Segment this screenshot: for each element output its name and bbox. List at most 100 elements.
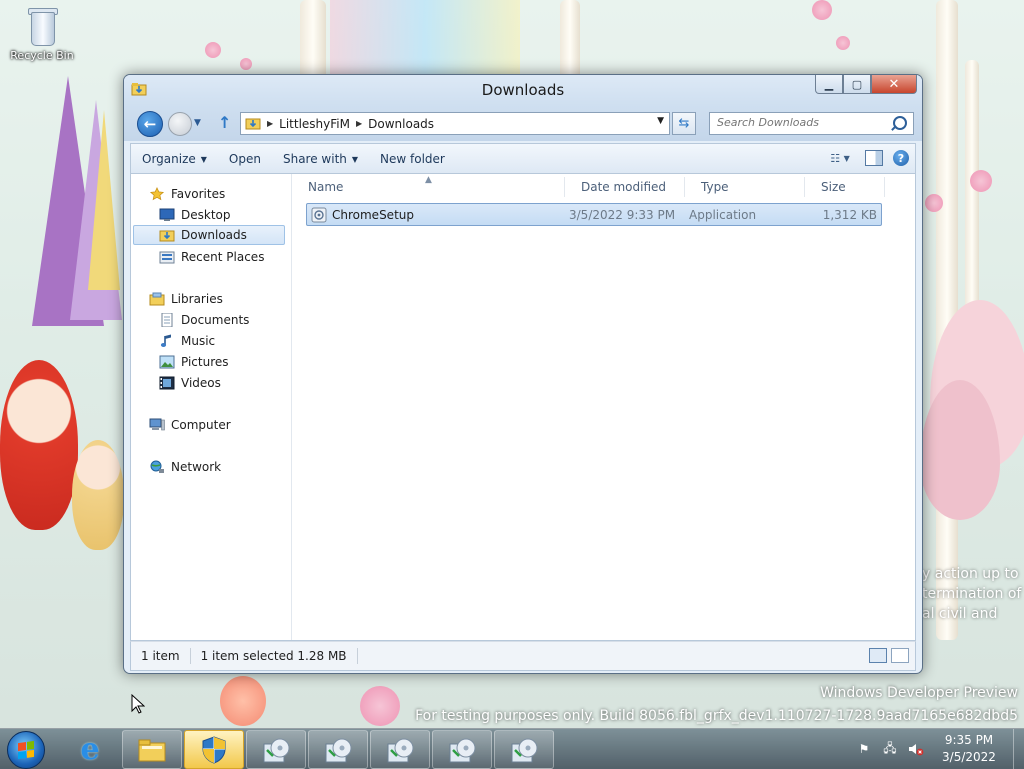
recent-pages-dropdown[interactable]: ▼ xyxy=(194,118,201,128)
column-size-label: Size xyxy=(821,180,846,194)
volume-muted-icon[interactable] xyxy=(908,741,924,757)
back-button[interactable]: ← xyxy=(137,111,163,137)
legal-line: y action up to xyxy=(922,566,1019,582)
mouse-cursor-icon xyxy=(131,694,145,714)
taskbar-security-button[interactable] xyxy=(184,730,244,769)
nav-downloads[interactable]: Downloads xyxy=(133,225,285,245)
taskbar-installer-button-2[interactable] xyxy=(308,730,368,769)
refresh-icon: ⇆ xyxy=(678,116,690,131)
arrow-left-icon: ← xyxy=(143,115,157,133)
details-view-icon: ☷ xyxy=(830,151,841,165)
column-header-date-modified[interactable]: Date modified xyxy=(565,177,685,197)
organize-button[interactable]: Organize ▼ xyxy=(131,144,218,174)
minimize-icon: ▁ xyxy=(824,77,834,91)
organize-label: Organize xyxy=(142,152,196,166)
nav-computer-label: Computer xyxy=(171,418,231,432)
share-with-label: Share with xyxy=(282,152,347,166)
refresh-button[interactable]: ⇆ xyxy=(672,112,696,135)
chevron-right-icon[interactable]: ▶ xyxy=(267,119,273,128)
shield-icon xyxy=(202,735,226,764)
column-header-type[interactable]: Type xyxy=(685,177,805,197)
file-list: Name ▲ Date modified Type Size ChromeSetu… xyxy=(292,174,915,640)
network-status-icon[interactable]: 🖧 xyxy=(882,741,898,757)
search-icon[interactable] xyxy=(893,116,907,130)
taskbar-clock[interactable]: 9:35 PM 3/5/2022 xyxy=(929,732,1009,766)
breadcrumb-downloads[interactable]: Downloads xyxy=(368,117,434,131)
installer-icon xyxy=(263,738,290,762)
title-bar[interactable]: Downloads ▁ ▢ ✕ xyxy=(124,75,922,105)
close-button[interactable]: ✕ xyxy=(871,75,917,94)
up-button[interactable]: ↑ xyxy=(218,113,231,132)
new-folder-label: New folder xyxy=(380,152,445,166)
taskbar-installer-button-1[interactable] xyxy=(246,730,306,769)
taskbar: e ⚑ 🖧 9:35 PM 3/5/2022 xyxy=(0,728,1024,769)
help-button[interactable]: ? xyxy=(893,150,909,166)
search-input[interactable] xyxy=(710,113,892,132)
large-icons-view-toggle[interactable] xyxy=(891,648,909,663)
taskbar-installer-button-3[interactable] xyxy=(370,730,430,769)
new-folder-button[interactable]: New folder xyxy=(369,144,456,174)
change-view-button[interactable]: ☷ ▼ xyxy=(825,148,855,168)
column-type-label: Type xyxy=(701,180,729,194)
nav-videos[interactable]: Videos xyxy=(159,373,221,393)
column-header-size[interactable]: Size xyxy=(805,177,885,197)
chevron-down-icon: ▼ xyxy=(351,154,359,164)
address-dropdown-icon[interactable]: ▼ xyxy=(657,116,664,126)
preview-pane-button[interactable] xyxy=(865,150,883,166)
taskbar-installer-button-5[interactable] xyxy=(494,730,554,769)
column-date-label: Date modified xyxy=(581,180,667,194)
nav-computer[interactable]: Computer xyxy=(149,415,231,435)
nav-desktop[interactable]: Desktop xyxy=(159,205,231,225)
downloads-folder-icon xyxy=(159,230,175,242)
libraries-icon xyxy=(149,292,165,306)
nav-recent-places-label: Recent Places xyxy=(181,250,265,264)
installer-icon xyxy=(511,738,538,762)
nav-favorites[interactable]: Favorites xyxy=(149,184,225,204)
nav-pictures[interactable]: Pictures xyxy=(159,352,229,372)
content-area: Favorites Desktop Downloads Recent Place… xyxy=(130,173,916,641)
show-desktop-button[interactable] xyxy=(1013,729,1024,769)
installer-icon xyxy=(325,738,352,762)
taskbar-installer-button-4[interactable] xyxy=(432,730,492,769)
nav-libraries-label: Libraries xyxy=(171,292,223,306)
maximize-button[interactable]: ▢ xyxy=(843,75,871,94)
nav-desktop-label: Desktop xyxy=(181,208,231,222)
legal-line: al civil and xyxy=(922,606,998,622)
breadcrumb-user[interactable]: LittleshyFiM xyxy=(279,117,350,131)
details-view-toggle[interactable] xyxy=(869,648,887,663)
nav-music[interactable]: Music xyxy=(159,331,215,351)
open-label: Open xyxy=(228,152,261,166)
sort-ascending-icon: ▲ xyxy=(425,175,432,185)
search-box[interactable] xyxy=(709,112,914,135)
file-row-chromesetup[interactable]: ChromeSetup 3/5/2022 9:33 PM Application… xyxy=(306,203,882,226)
start-button[interactable] xyxy=(7,731,45,769)
file-date-modified: 3/5/2022 9:33 PM xyxy=(569,207,676,222)
nav-recent-places[interactable]: Recent Places xyxy=(159,247,264,267)
address-bar[interactable]: ▶ LittleshyFiM ▶ Downloads ▼ xyxy=(240,112,670,135)
chevron-right-icon[interactable]: ▶ xyxy=(356,119,362,128)
arrow-up-icon: ↑ xyxy=(218,113,232,132)
nav-pictures-label: Pictures xyxy=(181,355,229,369)
recycle-bin-icon xyxy=(25,6,59,46)
open-button[interactable]: Open xyxy=(218,144,272,174)
music-icon xyxy=(160,334,171,347)
share-with-button[interactable]: Share with ▼ xyxy=(272,144,369,174)
recycle-bin-desktop-icon[interactable]: Recycle Bin xyxy=(6,6,78,62)
clock-date: 3/5/2022 xyxy=(942,750,996,764)
status-selection: 1 item selected 1.28 MB xyxy=(191,648,358,664)
maximize-icon: ▢ xyxy=(851,77,863,91)
taskbar-explorer-button[interactable] xyxy=(122,730,182,769)
file-name-cell: ChromeSetup xyxy=(311,204,414,225)
help-icon: ? xyxy=(897,151,905,165)
minimize-button[interactable]: ▁ xyxy=(815,75,843,94)
nav-libraries[interactable]: Libraries xyxy=(149,289,223,309)
action-center-flag-icon[interactable]: ⚑ xyxy=(856,741,872,757)
clock-time: 9:35 PM xyxy=(944,733,994,747)
forward-button[interactable] xyxy=(168,112,192,136)
column-header-name[interactable]: Name ▲ xyxy=(292,175,565,197)
nav-network[interactable]: Network xyxy=(149,457,221,477)
nav-documents[interactable]: Documents xyxy=(159,310,249,330)
legal-line: termination of xyxy=(922,586,1022,602)
navigation-pane: Favorites Desktop Downloads Recent Place… xyxy=(131,174,292,640)
internet-explorer-icon[interactable]: e xyxy=(74,732,106,767)
